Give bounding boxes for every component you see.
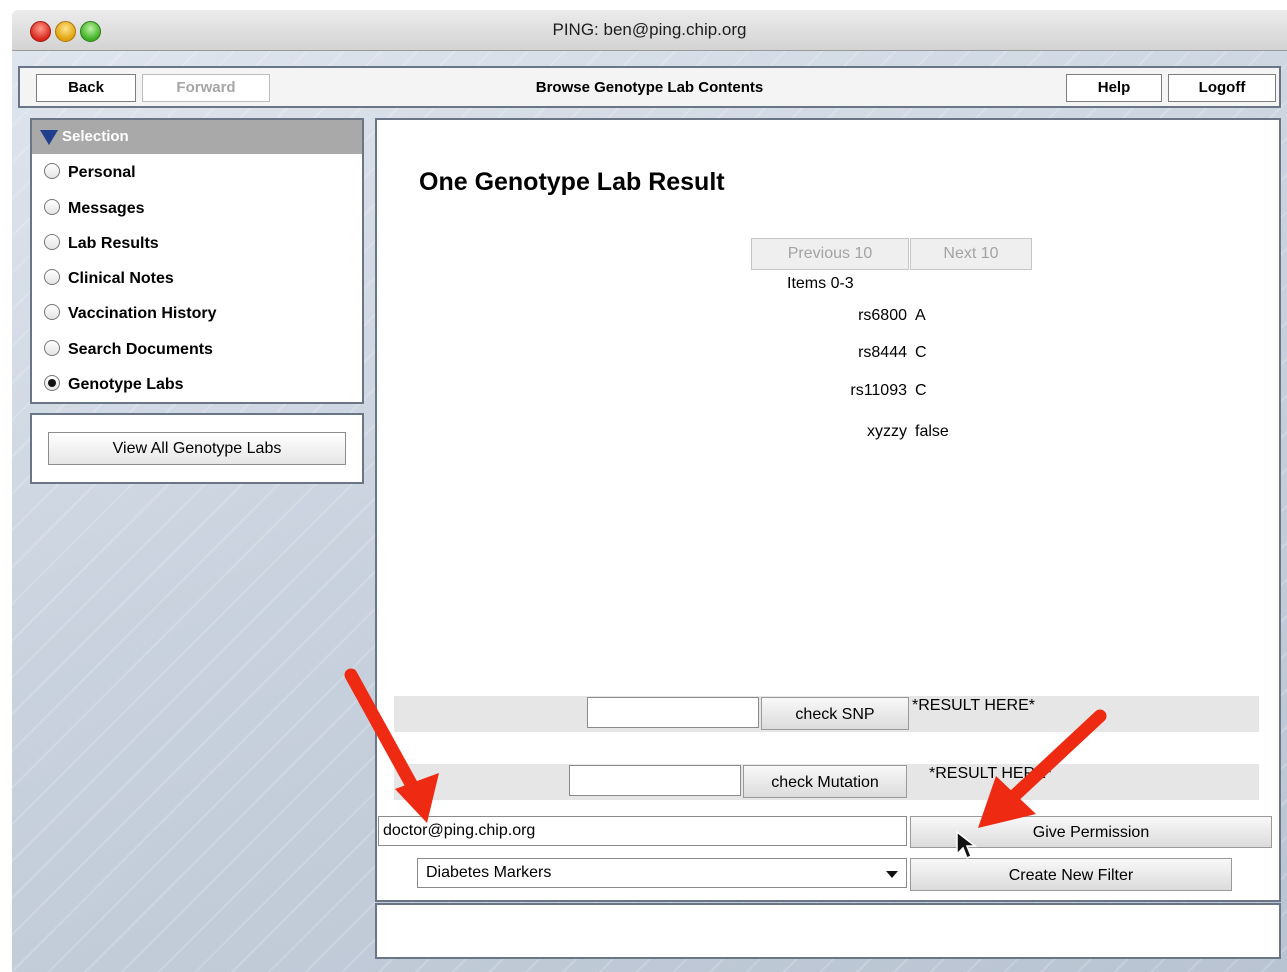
snp-value: C <box>915 344 927 361</box>
toolbar: Back Forward Browse Genotype Lab Content… <box>18 66 1281 108</box>
check-mutation-button[interactable]: check Mutation <box>743 765 907 798</box>
sidebar-item-search-documents[interactable]: Search Documents <box>44 337 213 363</box>
items-range-label: Items 0-3 <box>787 275 854 292</box>
permission-email-input[interactable]: doctor@ping.chip.org <box>378 816 907 846</box>
sidebar-item-label: Search Documents <box>68 341 213 358</box>
annotation-arrow-icon <box>978 709 1107 828</box>
radio-icon[interactable] <box>44 199 60 215</box>
radio-icon[interactable] <box>44 163 60 179</box>
selection-panel: Selection Personal Messages Lab Results … <box>30 118 364 404</box>
snp-id: rs11093 <box>850 382 907 399</box>
next-10-button[interactable]: Next 10 <box>910 238 1032 270</box>
title-bar: PING: ben@ping.chip.org <box>12 10 1287 51</box>
snp-value: C <box>915 382 927 399</box>
snp-id: rs8444 <box>858 344 907 361</box>
create-new-filter-button[interactable]: Create New Filter <box>910 858 1232 891</box>
radio-icon[interactable] <box>44 269 60 285</box>
previous-10-button[interactable]: Previous 10 <box>751 238 909 270</box>
page-title: One Genotype Lab Result <box>419 168 725 196</box>
sidebar-item-label: Clinical Notes <box>68 270 174 287</box>
logoff-button[interactable]: Logoff <box>1168 74 1276 102</box>
window-title: PING: ben@ping.chip.org <box>552 20 747 39</box>
sidebar-item-label: Genotype Labs <box>68 376 184 393</box>
mutation-input[interactable] <box>569 765 741 796</box>
mouse-cursor-icon <box>956 830 977 860</box>
check-snp-button[interactable]: check SNP <box>761 697 909 730</box>
snp-id: rs6800 <box>858 307 907 324</box>
help-button[interactable]: Help <box>1066 74 1162 102</box>
sidebar-item-label: Lab Results <box>68 235 159 252</box>
radio-icon[interactable] <box>44 234 60 250</box>
dropdown-arrow-icon[interactable] <box>886 871 898 878</box>
sidebar-item-label: Personal <box>68 164 136 181</box>
sidebar-item-label: Messages <box>68 200 145 217</box>
sidebar-item-personal[interactable]: Personal <box>44 160 136 186</box>
radio-selected-icon[interactable] <box>44 375 60 391</box>
annotation-arrow-icon <box>344 668 439 823</box>
main-content-panel: One Genotype Lab Result Previous 10 Next… <box>375 118 1281 902</box>
sidebar-item-vaccination-history[interactable]: Vaccination History <box>44 301 217 327</box>
sidebar-item-clinical-notes[interactable]: Clinical Notes <box>44 266 174 292</box>
sidebar-item-label: Vaccination History <box>68 305 217 322</box>
status-panel <box>375 903 1281 959</box>
snp-value: false <box>915 423 949 440</box>
collapse-triangle-icon[interactable] <box>40 130 58 145</box>
snp-input[interactable] <box>587 697 759 728</box>
sidebar-item-lab-results[interactable]: Lab Results <box>44 231 159 257</box>
selection-header[interactable]: Selection <box>32 120 362 154</box>
radio-icon[interactable] <box>44 340 60 356</box>
filter-select-value: Diabetes Markers <box>426 864 552 881</box>
sidebar-item-messages[interactable]: Messages <box>44 196 145 222</box>
selection-header-label: Selection <box>62 128 129 145</box>
filter-select[interactable]: Diabetes Markers <box>417 858 907 888</box>
view-all-genotype-labs-button[interactable]: View All Genotype Labs <box>48 432 346 465</box>
sidebar-item-genotype-labs[interactable]: Genotype Labs <box>44 372 184 398</box>
snp-value: A <box>915 307 926 324</box>
view-all-panel: View All Genotype Labs <box>30 413 364 484</box>
snp-id: xyzzy <box>867 423 907 440</box>
radio-icon[interactable] <box>44 304 60 320</box>
